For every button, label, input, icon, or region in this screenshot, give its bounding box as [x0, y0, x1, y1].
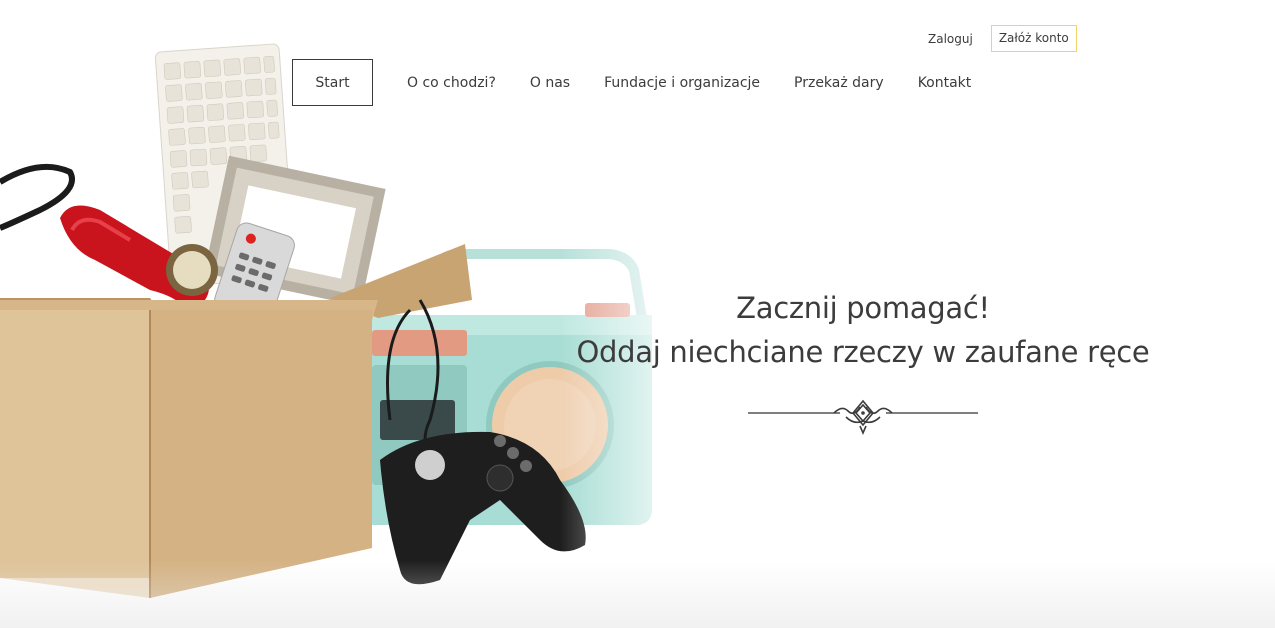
ornament-divider-icon: [748, 399, 978, 436]
main-nav: Start O co chodzi? O nas Fundacje i orga…: [292, 59, 971, 106]
register-button[interactable]: Załóż konto: [990, 25, 1077, 52]
hero-title: Zacznij pomagać!: [736, 291, 990, 325]
hero-text: Zacznij pomagać! Oddaj niechciane rzeczy…: [560, 286, 1166, 374]
nav-item-przekaz-dary[interactable]: Przekaż dary: [794, 59, 884, 106]
nav-item-kontakt[interactable]: Kontakt: [918, 59, 972, 106]
nav-item-o-nas[interactable]: O nas: [530, 59, 570, 106]
floor-shadow: [0, 560, 1275, 628]
nav-item-fundacje[interactable]: Fundacje i organizacje: [604, 59, 760, 106]
auth-bar: Zaloguj Załóż konto: [928, 25, 1077, 52]
nav-item-o-co-chodzi[interactable]: O co chodzi?: [407, 59, 496, 106]
hero-subtitle: Oddaj niechciane rzeczy w zaufane ręce: [576, 335, 1150, 369]
nav-item-start[interactable]: Start: [292, 59, 373, 106]
login-link[interactable]: Zaloguj: [928, 26, 973, 52]
landing-page: Zaloguj Załóż konto Start O co chodzi? O…: [0, 0, 1275, 628]
